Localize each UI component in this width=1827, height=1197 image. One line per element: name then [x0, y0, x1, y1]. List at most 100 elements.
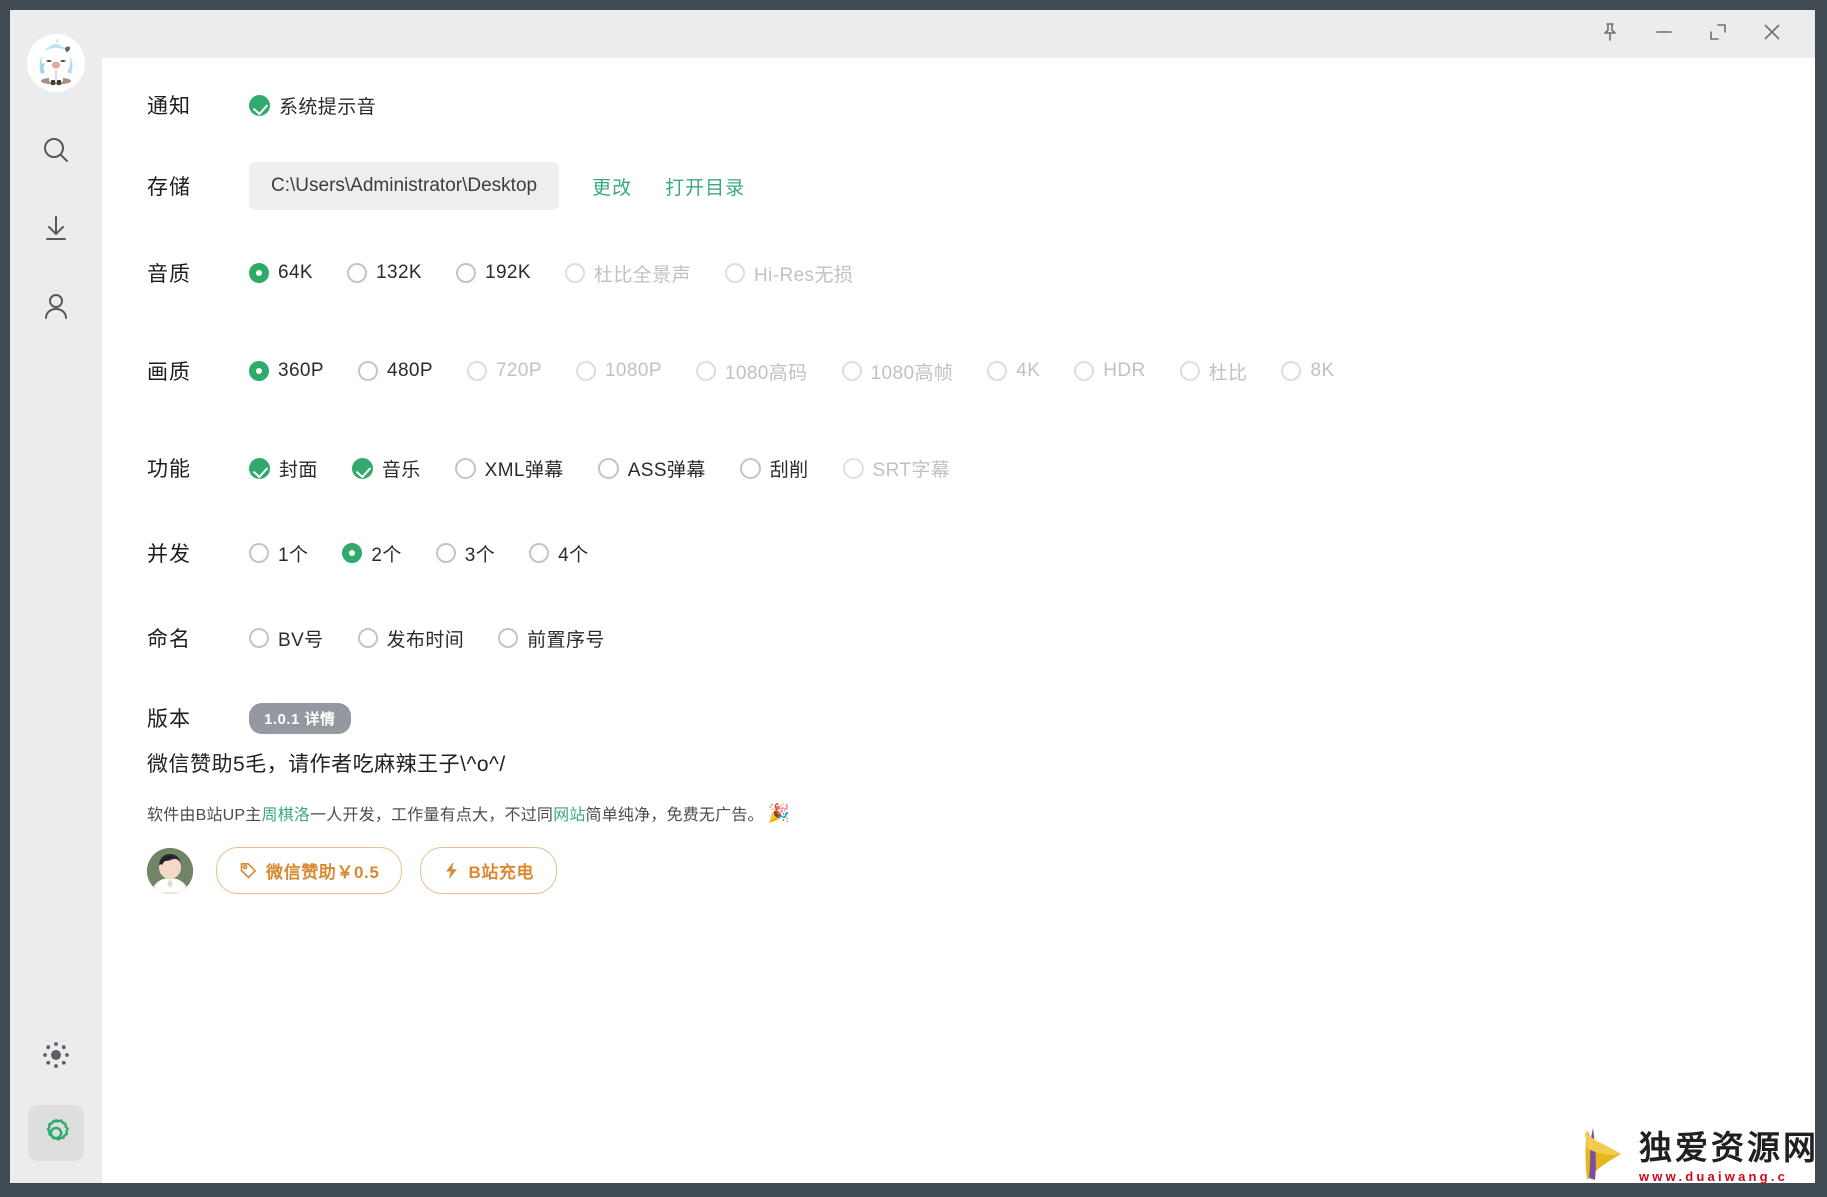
author-avatar[interactable]	[147, 847, 193, 894]
setting-row-notification: 通知 系统提示音	[102, 80, 1815, 130]
option-4个[interactable]: 4个	[529, 540, 588, 567]
sidebar-item-search[interactable]	[28, 122, 84, 178]
option-720P: 720P	[466, 360, 542, 382]
window-frame-bottom	[0, 1183, 1827, 1197]
option-192K[interactable]: 192K	[456, 262, 531, 284]
radio-indicator	[466, 361, 487, 381]
option-发布时间[interactable]: 发布时间	[357, 625, 465, 652]
radio-indicator	[1074, 361, 1095, 381]
option-音乐[interactable]: 音乐	[351, 455, 421, 482]
option-label: ASS弹幕	[627, 459, 706, 481]
option-BV号[interactable]: BV号	[249, 625, 324, 652]
radio-indicator	[249, 361, 269, 381]
option-64K[interactable]: 64K	[249, 262, 313, 284]
option-label: SRT字幕	[872, 459, 951, 481]
radio-indicator	[575, 361, 596, 381]
option-360P[interactable]: 360P	[249, 360, 324, 382]
sidebar-item-download[interactable]	[28, 200, 84, 256]
option-1080P: 1080P	[575, 360, 662, 382]
option-2个[interactable]: 2个	[342, 540, 401, 567]
option-label: HDR	[1103, 360, 1146, 381]
radio-indicator	[249, 263, 269, 283]
options-notification: 系统提示音	[249, 92, 376, 119]
celebration-emoji: 🎉	[767, 802, 791, 823]
option-label: BV号	[278, 629, 324, 651]
option-label: 1080高帧	[870, 362, 954, 384]
option-ASS弹幕[interactable]: ASS弹幕	[597, 455, 706, 482]
option-label: 192K	[485, 262, 531, 283]
pin-button[interactable]	[1583, 14, 1637, 54]
maximize-button[interactable]	[1691, 14, 1745, 54]
storage-path-field[interactable]: C:\Users\Administrator\Desktop	[249, 162, 560, 210]
row-label-feature: 功能	[147, 458, 191, 481]
close-button[interactable]	[1745, 14, 1799, 54]
option-label: 刮削	[769, 459, 809, 481]
checkcircle-indicator	[597, 457, 619, 479]
option-label: 前置序号	[527, 629, 605, 651]
gear-icon	[39, 1116, 73, 1150]
sponsor-desc-part2: 一人开发，工作量有点大，不过同	[310, 807, 554, 824]
option-480P[interactable]: 480P	[357, 360, 433, 382]
option-label: 杜比全景声	[593, 264, 691, 286]
version-controls: 1.0.1 详情	[249, 702, 351, 734]
option-前置序号[interactable]: 前置序号	[498, 625, 605, 652]
row-label-naming: 命名	[147, 628, 191, 651]
option-label: 3个	[464, 544, 496, 566]
radio-indicator	[347, 263, 368, 283]
radio-indicator	[1179, 361, 1200, 381]
window-frame-left	[0, 0, 10, 1197]
options-concurrency: 1个 2个 3个 4个	[249, 540, 589, 567]
option-杜比: 杜比	[1179, 358, 1248, 385]
change-path-link[interactable]: 更改	[592, 173, 632, 200]
website-link[interactable]: 网站	[553, 801, 585, 825]
option-4K: 4K	[987, 360, 1040, 382]
option-label: 1080高码	[724, 362, 808, 384]
maximize-icon	[1707, 21, 1729, 48]
bilibili-charge-button[interactable]: B站充电	[420, 847, 558, 894]
radio-indicator	[841, 361, 862, 381]
radio-indicator	[342, 543, 363, 563]
options-audio-quality: 64K 132K 192K 杜比全景声 Hi-Res无损	[249, 260, 853, 287]
option-label: 4K	[1016, 360, 1041, 381]
version-badge[interactable]: 1.0.1 详情	[249, 702, 351, 734]
option-系统提示音[interactable]: 系统提示音	[249, 92, 376, 119]
option-label: 1080P	[604, 360, 662, 381]
window-frame-top	[0, 0, 1827, 10]
avatar[interactable]	[27, 34, 85, 92]
bilibili-charge-label: B站充电	[468, 863, 535, 882]
option-XML弹幕[interactable]: XML弹幕	[454, 455, 564, 482]
sponsor-description: 软件由B站UP主 周棋洛 一人开发，工作量有点大，不过同 网站 简单纯净，免费无…	[102, 801, 1815, 825]
sidebar-item-user[interactable]	[28, 278, 84, 334]
option-封面[interactable]: 封面	[249, 455, 318, 482]
minimize-button[interactable]	[1637, 14, 1691, 54]
window-frame-right	[1815, 0, 1827, 1197]
checkcircle-indicator	[842, 457, 864, 479]
setting-row-naming: 命名 BV号 发布时间 前置序号	[102, 613, 1815, 663]
setting-row-audio-quality: 音质 64K 132K 192K 杜比全景声 Hi-Res无损	[102, 248, 1815, 298]
sponsor-desc-part3: 简单纯净，免费无广告。	[585, 807, 764, 824]
row-label-audio-quality: 音质	[147, 263, 191, 286]
avatar-illustration	[39, 38, 73, 85]
setting-row-storage: 存储 C:\Users\Administrator\Desktop 更改 打开目…	[102, 158, 1815, 214]
option-3个[interactable]: 3个	[435, 540, 496, 567]
option-刮削[interactable]: 刮削	[739, 455, 809, 482]
open-directory-link[interactable]: 打开目录	[665, 173, 745, 200]
pin-icon	[1599, 21, 1621, 48]
setting-row-version: 版本 1.0.1 详情	[102, 693, 1815, 743]
option-label: 封面	[279, 459, 318, 481]
radio-indicator	[1281, 361, 1302, 381]
checkcircle-indicator	[739, 457, 761, 479]
option-label: 4个	[558, 544, 589, 566]
sidebar	[10, 10, 102, 1183]
option-132K[interactable]: 132K	[347, 262, 422, 284]
sidebar-item-settings[interactable]	[28, 1105, 84, 1161]
option-label: 64K	[278, 262, 314, 283]
title-bar	[102, 10, 1815, 58]
option-label: 2个	[371, 544, 402, 566]
row-label-concurrency: 并发	[147, 543, 191, 566]
wechat-sponsor-button[interactable]: 微信赞助￥0.5	[216, 847, 403, 894]
radio-indicator	[357, 361, 378, 381]
option-1个[interactable]: 1个	[249, 540, 308, 567]
sidebar-item-theme[interactable]	[28, 1027, 84, 1083]
author-link[interactable]: 周棋洛	[262, 801, 311, 825]
